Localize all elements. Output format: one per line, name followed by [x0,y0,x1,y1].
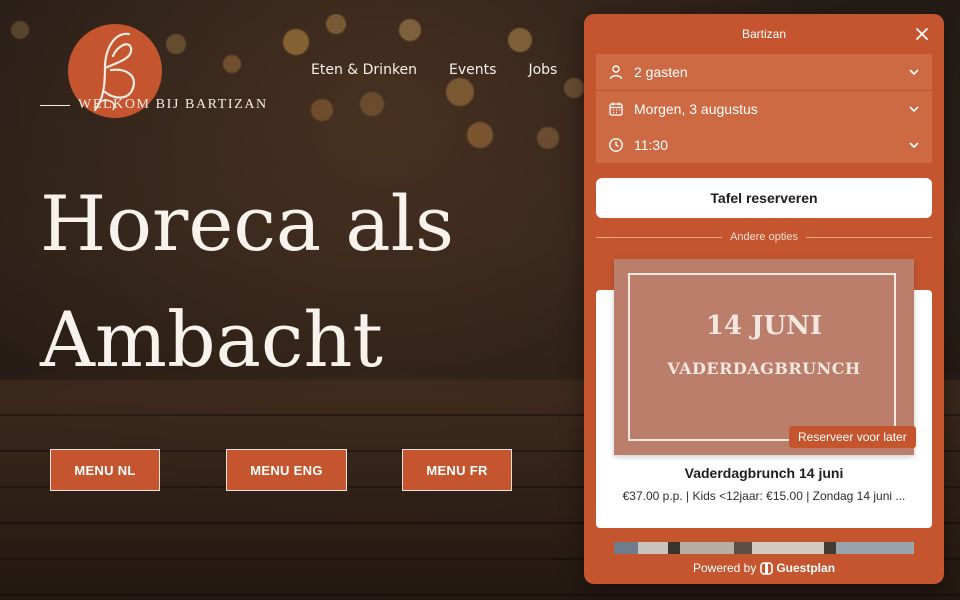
person-icon [609,65,623,80]
time-select[interactable]: 11:30 [596,127,932,163]
nav-item-jobs[interactable]: Jobs [528,62,557,78]
calendar-icon [609,102,623,116]
chevron-down-icon [909,142,919,149]
event-title: Vaderdagbrunch 14 juni [684,465,844,481]
chevron-down-icon [909,106,919,113]
guestplan-brand-name: Guestplan [776,561,836,575]
hero-tagline: WELKOM BIJ BARTIZAN [40,97,268,113]
menu-eng-button[interactable]: MENU ENG [226,449,347,491]
powered-by-label: Powered by [692,561,757,575]
clock-icon [609,138,623,152]
guestplan-logo-icon [760,561,774,575]
guests-select[interactable]: 2 gasten [596,54,932,90]
nav-item-events[interactable]: Events [449,62,496,78]
reserve-table-button[interactable]: Tafel reserveren [596,178,932,218]
menu-nl-button[interactable]: MENU NL [50,449,160,491]
event-image-name: VADERDAGBRUNCH [667,359,861,378]
main-nav: Eten & Drinken Events Jobs [311,62,557,78]
guests-value: 2 gasten [634,64,688,80]
widget-title: Bartizan [741,27,787,41]
widget-header: Bartizan [584,14,944,54]
event-image-frame [628,273,896,441]
other-options-divider: Andere opties [596,231,932,243]
booking-widget: Bartizan 2 gasten Morgen, 3 augustus 11:… [584,14,944,584]
close-icon[interactable] [914,26,930,42]
tagline-text: WELKOM BIJ BARTIZAN [78,97,268,112]
event-description: €37.00 p.p. | Kids <12jaar: €15.00 | Zon… [622,489,906,503]
powered-by-footer: Powered by Guestplan [584,561,944,575]
event-image-date: 14 JUNI [705,311,823,341]
chevron-down-icon [909,69,919,76]
other-options-label: Andere opties [730,231,798,243]
headline-line-1: Horeca als [40,179,454,268]
next-event-image[interactable] [614,542,914,554]
reserve-later-button[interactable]: Reserveer voor later [789,426,916,448]
date-value: Morgen, 3 augustus [634,101,758,117]
time-value: 11:30 [634,137,668,153]
guestplan-brand[interactable]: Guestplan [760,561,835,575]
headline-line-2: Ambacht [40,295,383,384]
nav-item-eten-drinken[interactable]: Eten & Drinken [311,62,417,78]
menu-fr-button[interactable]: MENU FR [402,449,512,491]
tagline-divider [40,104,70,106]
date-select[interactable]: Morgen, 3 augustus [596,91,932,127]
hero-headline: Horeca als Ambacht [40,166,454,398]
